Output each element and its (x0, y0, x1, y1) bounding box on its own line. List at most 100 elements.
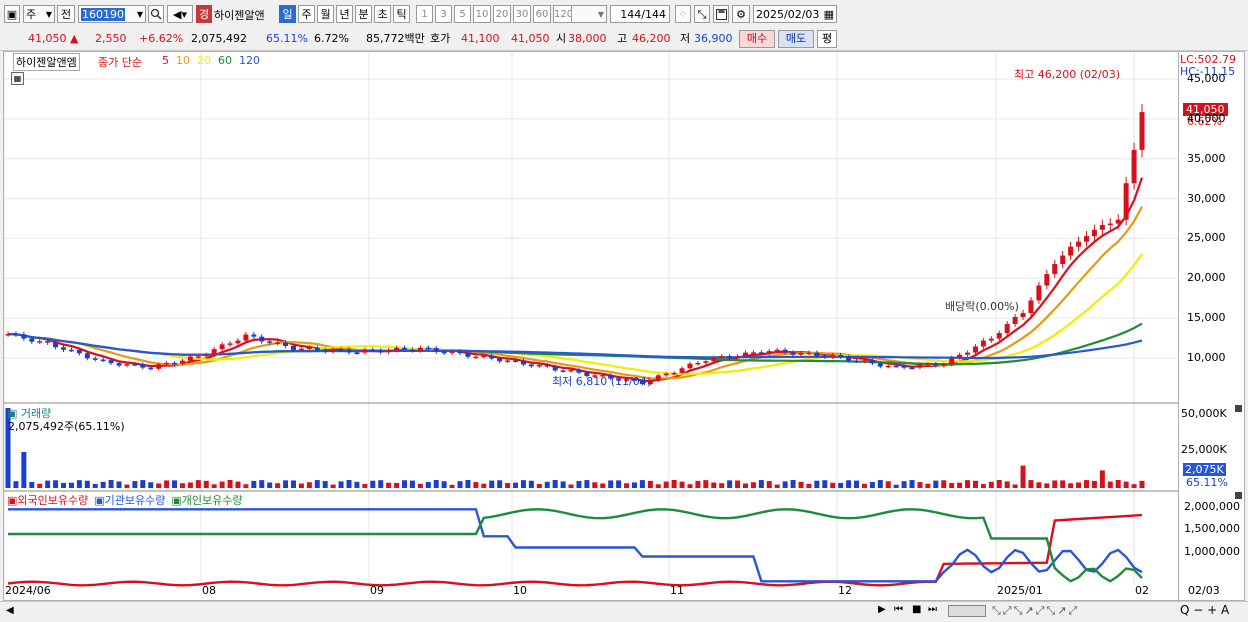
eval-button[interactable]: 평 (817, 30, 837, 48)
buy-button[interactable]: 매수 (739, 30, 775, 48)
candle-body (84, 353, 90, 359)
period-type-select[interactable]: 주 ▼ (23, 5, 55, 23)
interval-button-1[interactable]: 3 (435, 5, 452, 23)
volume-bar (330, 484, 336, 488)
panel-close-icon[interactable] (1235, 492, 1242, 499)
interval-button-2[interactable]: 5 (454, 5, 471, 23)
crosshair-icon[interactable]: ⤡ (694, 5, 710, 23)
volume-ratio: 65.11% (266, 32, 308, 45)
holding-legend: ▣외국인보유수량 ▣기관보유수량 ▣개인보유수량 (7, 492, 248, 508)
stop-icon[interactable]: ■ (912, 604, 921, 615)
drawing-tools-icon[interactable]: ⤡⤢⤡↗⤢⤡↗⤢ (992, 604, 1079, 618)
candle-body (13, 334, 19, 336)
candle-body (211, 349, 217, 355)
volume-bar (917, 482, 923, 488)
layout-icon[interactable]: ▣ (4, 5, 20, 23)
period-button-0[interactable]: 일 (279, 5, 296, 23)
candle-body (5, 334, 11, 336)
candle-body (988, 338, 994, 341)
ma-legend-4[interactable]: 120 (239, 54, 260, 67)
price-tick: 15,000 (1187, 311, 1226, 325)
period-button-6[interactable]: 틱 (393, 5, 410, 23)
range-button[interactable]: 전 (57, 5, 75, 23)
interval-button-6[interactable]: 60 (533, 5, 551, 23)
period-button-3[interactable]: 년 (336, 5, 353, 23)
volume-bar (449, 484, 455, 488)
dots-icon[interactable]: ⁘ (675, 5, 691, 23)
candle-body (1091, 229, 1097, 237)
scroll-left-icon[interactable]: ◀ (6, 605, 14, 616)
ma-legend-2[interactable]: 20 (197, 54, 211, 67)
candle-body (536, 364, 542, 367)
volume-bar (750, 482, 756, 488)
chart-legend-name[interactable]: 하이젠알앤엠 (13, 53, 80, 71)
holding-legend-2[interactable]: ▣개인보유수량 (171, 494, 242, 507)
interval-select[interactable]: ▼ (571, 5, 607, 23)
candle-body (505, 360, 511, 362)
candle-body (782, 349, 788, 353)
interval-button-5[interactable]: 30 (513, 5, 531, 23)
gear-icon[interactable]: ⚙ (732, 5, 750, 23)
candle-body (687, 363, 693, 369)
volume-current-tag: 2,075K (1183, 463, 1226, 476)
candle-body (314, 347, 320, 351)
date-input[interactable]: 2025/02/03 ▦ (753, 5, 837, 23)
chart-area[interactable]: 하이젠알앤엠 종가 단순 5 10 20 60 120 ▦ 최고 46,200 (02/… (3, 51, 1179, 601)
interval-button-3[interactable]: 10 (473, 5, 491, 23)
candle-body (45, 341, 51, 343)
candle-body (1131, 149, 1137, 184)
scroll-right-icon[interactable]: ▶ (878, 604, 886, 615)
rewind-icon[interactable]: ⏮ (894, 604, 903, 615)
period-button-1[interactable]: 주 (298, 5, 315, 23)
holding-legend-0[interactable]: ▣외국인보유수량 (7, 494, 88, 507)
volume-bar (846, 480, 852, 488)
sell-button[interactable]: 매도 (778, 30, 814, 48)
ma-legend-label[interactable]: 종가 단순 (98, 54, 142, 70)
warning-badge: 경 (196, 5, 212, 23)
period-button-4[interactable]: 분 (355, 5, 372, 23)
volume-bar (608, 480, 614, 488)
speaker-icon[interactable]: ◀▾ (167, 5, 193, 23)
volume-bar (457, 481, 463, 488)
volume-bar (1083, 480, 1089, 488)
interval-button-4[interactable]: 20 (493, 5, 511, 23)
ma-legend-0[interactable]: 5 (162, 54, 169, 67)
search-icon[interactable] (148, 5, 164, 23)
panel-close-icon[interactable] (1235, 405, 1242, 412)
candle-body (425, 347, 431, 350)
low-label: 저 (680, 32, 691, 45)
volume-bar (219, 481, 225, 488)
count-input[interactable]: 144/144 (610, 5, 670, 23)
candle-body (528, 364, 534, 367)
x-axis: 2024/06 08 09 10 11 12 2025/01 02 02/03 (3, 582, 1245, 600)
volume-bar (124, 484, 130, 488)
interval-button-0[interactable]: 1 (416, 5, 433, 23)
candle-body (1139, 112, 1145, 150)
candle-body (172, 362, 178, 365)
candle-body (822, 356, 828, 358)
calendar-icon[interactable]: ▦ (824, 6, 834, 24)
zoom-slider[interactable] (948, 605, 986, 617)
holding-line-0 (7, 513, 1143, 587)
chart-toolbar: ▣ 주 ▼ 전 160190 ▼ ◀▾ 경 하이젠알앤 일주월년분초틱 1 3 5 10… (0, 0, 1248, 29)
candle-body (409, 349, 415, 352)
period-button-2[interactable]: 월 (317, 5, 334, 23)
candle-body (179, 360, 185, 364)
ma-legend-1[interactable]: 10 (176, 54, 190, 67)
volume-bar (560, 481, 566, 488)
zoom-controls-icon[interactable]: Q − + A (1180, 603, 1229, 617)
save-icon[interactable] (713, 5, 729, 23)
code-input[interactable]: 160190 ▼ (78, 5, 146, 23)
fast-forward-icon[interactable]: ⏭ (928, 604, 937, 615)
ma-legend-3[interactable]: 60 (218, 54, 232, 67)
period-button-5[interactable]: 초 (374, 5, 391, 23)
x-tick: 11 (670, 584, 684, 597)
volume-bar (957, 482, 963, 488)
candle-body (1060, 255, 1066, 265)
volume-bar (624, 483, 630, 488)
volume-bar (132, 481, 138, 488)
holding-legend-1[interactable]: ▣기관보유수량 (94, 494, 165, 507)
candle-body (917, 364, 923, 368)
volume-bar (195, 480, 201, 488)
calculator-icon[interactable]: ▦ (11, 72, 24, 85)
